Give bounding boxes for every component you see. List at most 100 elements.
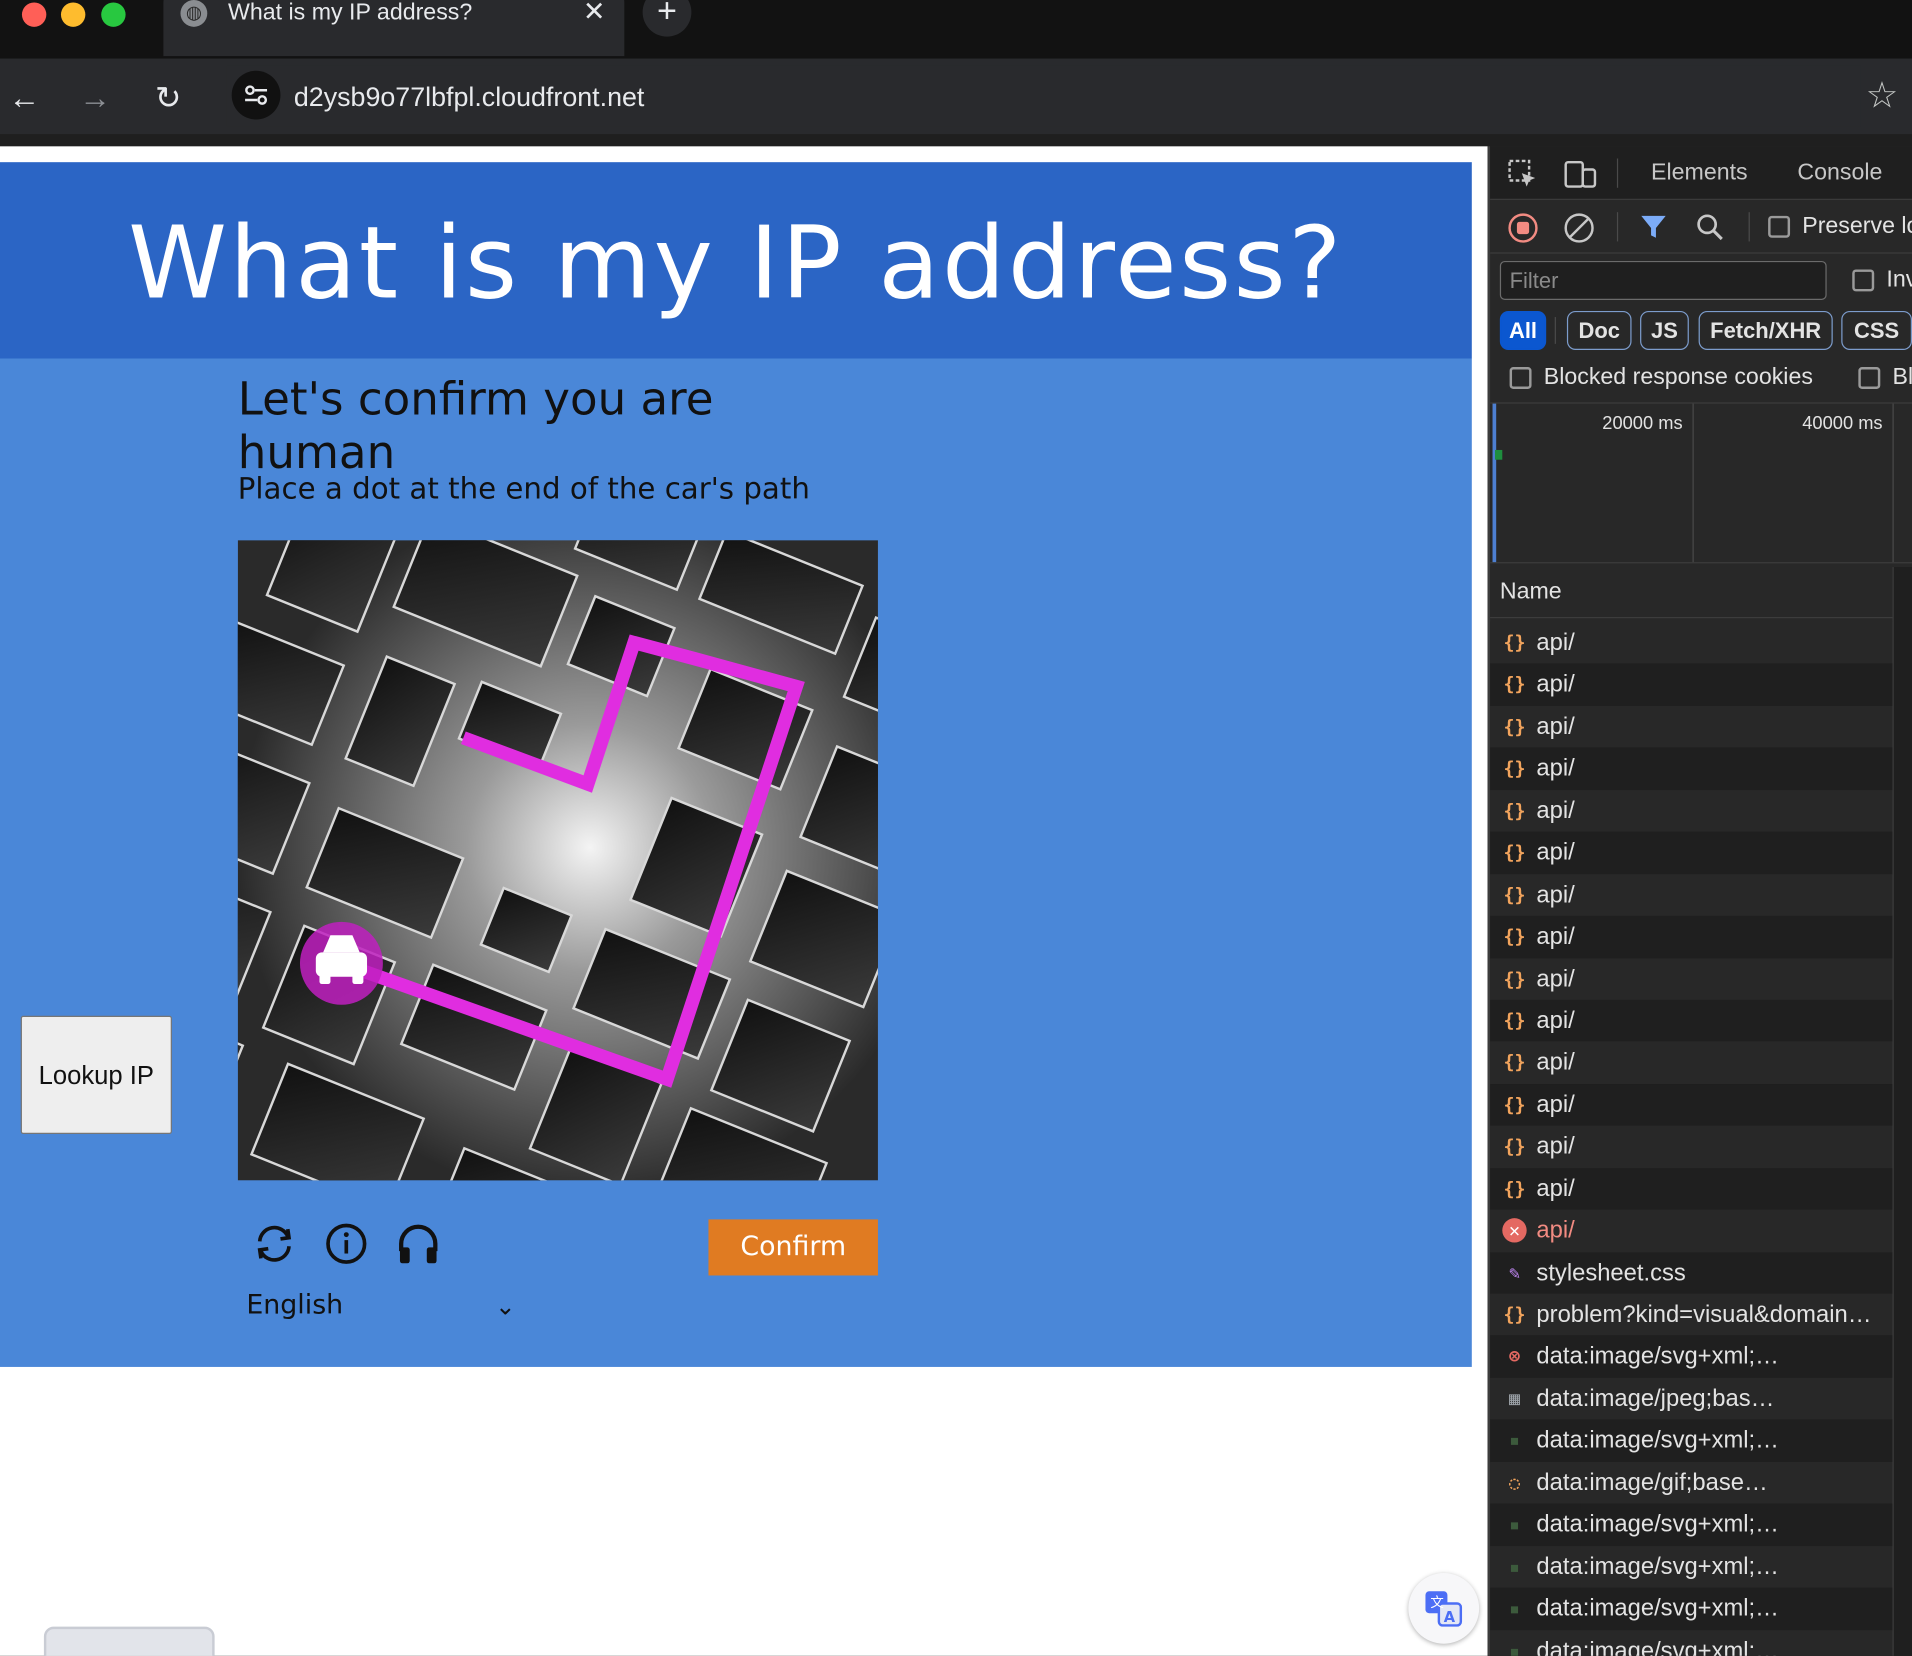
request-type-icon: {} xyxy=(1503,631,1526,654)
request-row[interactable]: ✎ stylesheet.css xyxy=(1490,1251,1893,1294)
site-info-icon[interactable] xyxy=(231,70,281,120)
address-bar[interactable]: d2ysb9o77lbfpl.cloudfront.net xyxy=(226,65,1861,127)
request-type-icon: {} xyxy=(1503,715,1526,738)
chip-css[interactable]: CSS xyxy=(1841,310,1912,350)
request-row[interactable]: ▦ data:image/jpeg;bas… xyxy=(1490,1377,1893,1420)
forward-button[interactable]: → xyxy=(76,78,115,117)
minimize-window-button[interactable] xyxy=(60,2,86,27)
tab-console[interactable]: Console xyxy=(1797,159,1882,188)
request-row[interactable]: ▪ data:image/svg+xml;… xyxy=(1490,1419,1893,1462)
tab-close-icon[interactable]: ✕ xyxy=(583,0,605,27)
device-toolbar-icon[interactable] xyxy=(1563,159,1597,191)
tab-elements[interactable]: Elements xyxy=(1651,159,1748,188)
request-name: data:image/svg+xml;… xyxy=(1536,1595,1779,1622)
new-tab-button[interactable]: + xyxy=(642,0,692,37)
request-name: api/ xyxy=(1536,1175,1575,1202)
globe-icon: ◍ xyxy=(180,0,208,27)
bookmark-star-icon[interactable]: ☆ xyxy=(1866,76,1899,117)
request-name: api/ xyxy=(1536,881,1575,908)
request-row[interactable]: {} api/ xyxy=(1490,621,1893,664)
request-row[interactable]: {} api/ xyxy=(1490,1125,1893,1168)
request-row[interactable]: ✕ api/ xyxy=(1490,1209,1893,1252)
request-row[interactable]: {} api/ xyxy=(1490,1167,1893,1210)
chip-all[interactable]: All xyxy=(1499,310,1547,350)
request-name: data:image/jpeg;bas… xyxy=(1536,1385,1775,1412)
browser-toolbar: ← → ↻ d2ysb9o77lbfpl.cloudfront.net ☆ xyxy=(0,58,1912,135)
tab-title: What is my IP address? xyxy=(228,0,473,26)
request-name: stylesheet.css xyxy=(1536,1259,1686,1286)
request-row[interactable]: {} api/ xyxy=(1490,1083,1893,1126)
request-row[interactable]: {} problem?kind=visual&domain… xyxy=(1490,1293,1893,1336)
request-name: api/ xyxy=(1536,1007,1575,1034)
translate-icon: 文 A xyxy=(1425,1591,1463,1627)
blocked-requests-checkbox[interactable] xyxy=(1858,367,1881,389)
close-window-button[interactable] xyxy=(21,2,47,27)
extension-popup-card[interactable] xyxy=(43,1626,215,1656)
page-header: What is my IP address? xyxy=(0,162,1472,359)
reload-button[interactable]: ↻ xyxy=(149,78,188,117)
filter-input[interactable]: Filter xyxy=(1499,260,1827,300)
info-icon[interactable] xyxy=(322,1219,371,1268)
blocked-cookies-checkbox[interactable] xyxy=(1509,367,1532,389)
blocked-cookies-label: Blocked response cookies xyxy=(1543,364,1813,391)
search-icon[interactable] xyxy=(1695,212,1724,241)
blocked-requests-label: Bl xyxy=(1892,364,1912,391)
clear-icon[interactable] xyxy=(1563,212,1595,244)
request-type-icon: {} xyxy=(1503,967,1526,990)
request-row[interactable]: {} api/ xyxy=(1490,789,1893,832)
record-stop-icon[interactable] xyxy=(1507,212,1539,244)
request-name: api/ xyxy=(1536,755,1575,783)
captcha-puzzle-image[interactable] xyxy=(237,540,878,1181)
audio-headphones-icon[interactable] xyxy=(394,1219,443,1268)
request-type-icon: ✎ xyxy=(1508,1261,1520,1284)
request-row[interactable]: {} api/ xyxy=(1490,957,1893,1000)
lookup-ip-button[interactable]: Lookup IP xyxy=(20,1015,172,1135)
request-row[interactable]: ◌ data:image/gif;base… xyxy=(1490,1461,1893,1504)
request-row[interactable]: {} api/ xyxy=(1490,999,1893,1042)
request-row[interactable]: {} api/ xyxy=(1490,831,1893,874)
captcha-widget: Let's confirm you are human Place a dot … xyxy=(237,359,884,1359)
request-row[interactable]: {} api/ xyxy=(1490,1041,1893,1084)
request-row[interactable]: {} api/ xyxy=(1490,915,1893,958)
request-row[interactable]: ▪ data:image/svg+xml;… xyxy=(1490,1629,1893,1656)
request-type-icon: {} xyxy=(1503,1303,1526,1326)
request-row[interactable]: {} api/ xyxy=(1490,705,1893,748)
request-name: data:image/gif;base… xyxy=(1536,1469,1768,1496)
invert-checkbox[interactable] xyxy=(1852,269,1875,292)
request-type-icon: ▦ xyxy=(1508,1387,1520,1410)
preserve-log-checkbox[interactable] xyxy=(1768,215,1791,238)
request-type-icon: ▪ xyxy=(1508,1555,1520,1578)
refresh-icon[interactable] xyxy=(250,1219,299,1268)
request-name: api/ xyxy=(1536,629,1575,657)
request-row[interactable]: ▪ data:image/svg+xml;… xyxy=(1490,1587,1893,1630)
request-type-icon: {} xyxy=(1503,925,1526,948)
request-name: data:image/svg+xml;… xyxy=(1536,1427,1779,1454)
request-row[interactable]: {} api/ xyxy=(1490,873,1893,916)
captcha-title: Let's confirm you are human xyxy=(237,373,714,480)
back-button[interactable]: ← xyxy=(5,78,44,117)
request-row[interactable]: {} api/ xyxy=(1490,663,1893,706)
confirm-button[interactable]: Confirm xyxy=(708,1219,878,1276)
browser-tab[interactable]: ◍ What is my IP address? ✕ xyxy=(163,0,625,57)
zoom-window-button[interactable] xyxy=(101,2,126,27)
divider xyxy=(1616,158,1619,188)
divider xyxy=(1616,212,1619,242)
request-row[interactable]: ▪ data:image/svg+xml;… xyxy=(1490,1503,1893,1546)
chip-doc[interactable]: Doc xyxy=(1566,310,1632,350)
chip-js[interactable]: JS xyxy=(1640,310,1689,350)
timeline-label-40000: 40000 ms xyxy=(1802,413,1883,435)
network-overview-timeline[interactable]: 20000 ms 40000 ms xyxy=(1490,402,1912,564)
name-column-header[interactable]: Name xyxy=(1490,567,1893,619)
filter-funnel-icon[interactable] xyxy=(1639,212,1668,241)
inspect-element-icon[interactable] xyxy=(1507,159,1539,191)
svg-text:文: 文 xyxy=(1430,1595,1443,1611)
request-row[interactable]: {} api/ xyxy=(1490,747,1893,790)
request-name: data:image/svg+xml;… xyxy=(1536,1343,1779,1370)
language-select[interactable]: English ⌄ xyxy=(246,1285,517,1326)
translate-button[interactable]: 文 A xyxy=(1408,1573,1480,1644)
request-row[interactable]: ▪ data:image/svg+xml;… xyxy=(1490,1545,1893,1588)
request-row[interactable]: ⊗ data:image/svg+xml;… xyxy=(1490,1335,1893,1378)
request-name: api/ xyxy=(1536,1049,1575,1076)
request-name: api/ xyxy=(1536,713,1575,741)
chip-fetch-xhr[interactable]: Fetch/XHR xyxy=(1698,310,1833,350)
